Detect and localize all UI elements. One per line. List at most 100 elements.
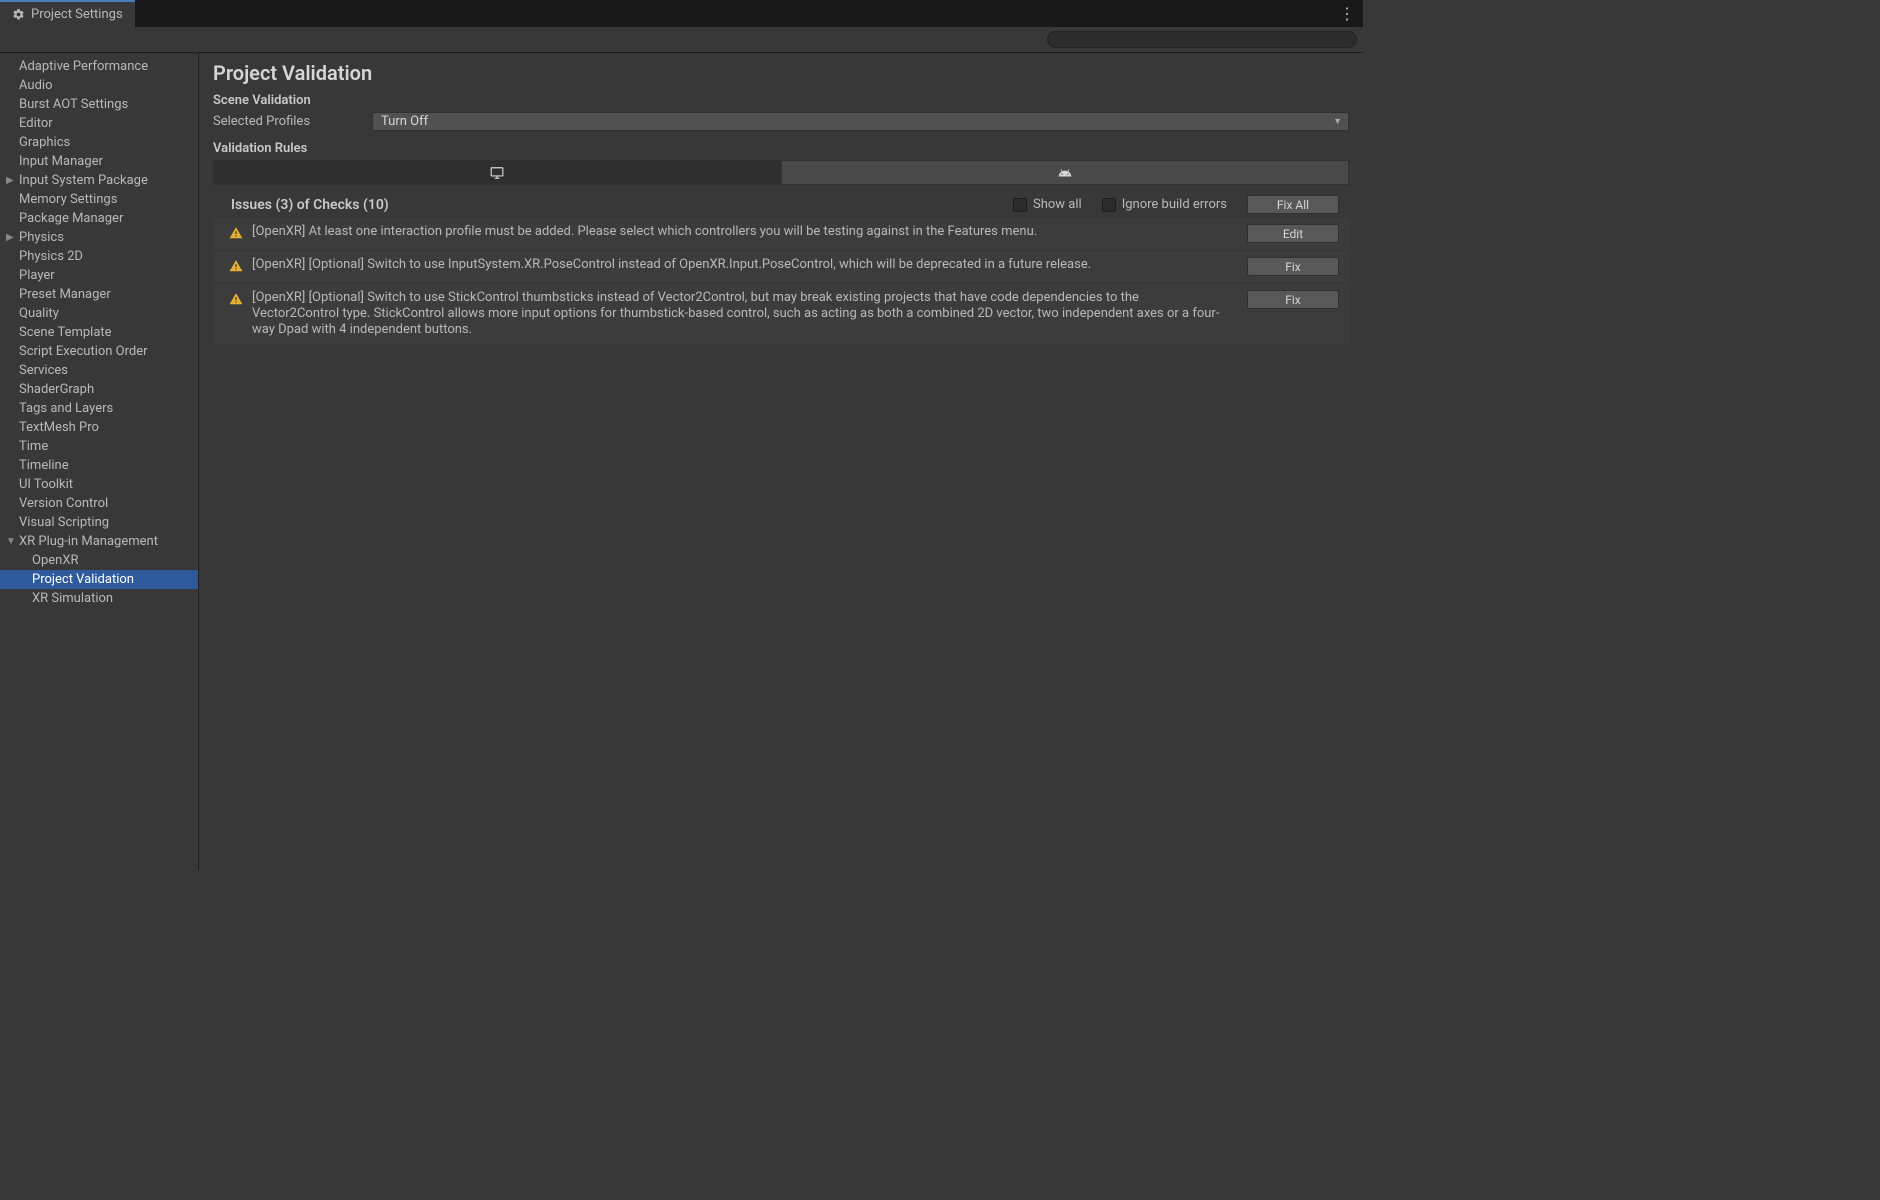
sidebar-item-burst-aot-settings[interactable]: Burst AOT Settings: [0, 95, 198, 114]
tab-project-settings[interactable]: Project Settings: [0, 0, 135, 27]
fix-button[interactable]: Fix: [1247, 257, 1339, 276]
issue-text: [OpenXR] [Optional] Switch to use StickC…: [252, 290, 1239, 338]
sidebar-item-label: Input System Package: [19, 172, 148, 189]
android-icon: [1058, 166, 1072, 180]
sidebar-item-label: Tags and Layers: [19, 400, 113, 417]
sidebar-item-xr-plug-in-management[interactable]: ▼XR Plug-in Management: [0, 532, 198, 551]
sidebar-item-label: Script Execution Order: [19, 343, 148, 360]
sidebar-item-quality[interactable]: Quality: [0, 304, 198, 323]
gear-icon: [12, 8, 25, 21]
sidebar-item-package-manager[interactable]: Package Manager: [0, 209, 198, 228]
issues-title: Issues (3) of Checks (10): [231, 197, 993, 213]
warning-icon: [229, 290, 244, 338]
sidebar-item-editor[interactable]: Editor: [0, 114, 198, 133]
sidebar-item-label: UI Toolkit: [19, 476, 73, 493]
sidebar-item-label: Adaptive Performance: [19, 58, 148, 75]
page-title: Project Validation: [213, 61, 1349, 85]
settings-category-sidebar: Adaptive Performance Audio Burst AOT Setti…: [0, 53, 199, 870]
sidebar-item-label: XR Simulation: [32, 590, 113, 607]
issue-text: [OpenXR] [Optional] Switch to use InputS…: [252, 257, 1239, 276]
sidebar-item-physics[interactable]: ▶ Physics: [0, 228, 198, 247]
sidebar-item-label: ShaderGraph: [19, 381, 94, 398]
sidebar-item-label: TextMesh Pro: [19, 419, 99, 436]
sidebar-item-ui-toolkit[interactable]: UI Toolkit: [0, 475, 198, 494]
sidebar-item-input-system-package[interactable]: ▶ Input System Package: [0, 171, 198, 190]
sidebar-item-preset-manager[interactable]: Preset Manager: [0, 285, 198, 304]
validation-issue: [OpenXR] [Optional] Switch to use InputS…: [213, 251, 1349, 282]
tab-context-menu[interactable]: ⋮: [1331, 4, 1363, 23]
warning-icon: [229, 224, 244, 243]
window-tab-bar: Project Settings ⋮: [0, 0, 1363, 27]
search-input[interactable]: [1047, 31, 1357, 48]
sidebar-item-label: Physics: [19, 229, 64, 246]
sidebar-item-label: Version Control: [19, 495, 108, 512]
chevron-down-icon: ▼: [1333, 116, 1342, 127]
sidebar-item-label: Physics 2D: [19, 248, 83, 265]
validation-rules-heading: Validation Rules: [213, 141, 1349, 156]
sidebar-item-input-manager[interactable]: Input Manager: [0, 152, 198, 171]
sidebar-item-label: Audio: [19, 77, 52, 94]
sidebar-item-audio[interactable]: Audio: [0, 76, 198, 95]
sidebar-item-tags-and-layers[interactable]: Tags and Layers: [0, 399, 198, 418]
sidebar-item-label: Burst AOT Settings: [19, 96, 128, 113]
validation-issue: [OpenXR] At least one interaction profil…: [213, 218, 1349, 249]
sidebar-item-label: Services: [19, 362, 68, 379]
validation-issue: [OpenXR] [Optional] Switch to use StickC…: [213, 284, 1349, 344]
checkbox-icon: [1102, 198, 1116, 212]
sidebar-item-label: XR Plug-in Management: [19, 533, 158, 550]
sidebar-item-label: Visual Scripting: [19, 514, 109, 531]
sidebar-item-label: Memory Settings: [19, 191, 117, 208]
sidebar-item-xr-simulation[interactable]: XR Simulation: [0, 589, 198, 608]
sidebar-item-label: Timeline: [19, 457, 69, 474]
sidebar-item-label: Editor: [19, 115, 53, 132]
foldout-collapsed-icon: ▶: [6, 172, 14, 189]
sidebar-item-label: Project Validation: [32, 571, 134, 588]
sidebar-item-player[interactable]: Player: [0, 266, 198, 285]
ignore-build-errors-label: Ignore build errors: [1122, 197, 1227, 212]
sidebar-item-openxr[interactable]: OpenXR: [0, 551, 198, 570]
foldout-expanded-icon: ▼: [6, 533, 16, 550]
issue-text: [OpenXR] At least one interaction profil…: [252, 224, 1239, 243]
sidebar-item-visual-scripting[interactable]: Visual Scripting: [0, 513, 198, 532]
sidebar-item-time[interactable]: Time: [0, 437, 198, 456]
scene-validation-heading: Scene Validation: [213, 93, 1349, 108]
fix-all-button[interactable]: Fix All: [1247, 195, 1339, 214]
foldout-collapsed-icon: ▶: [6, 229, 14, 246]
sidebar-item-scene-template[interactable]: Scene Template: [0, 323, 198, 342]
sidebar-item-shadergraph[interactable]: ShaderGraph: [0, 380, 198, 399]
sidebar-item-label: Player: [19, 267, 55, 284]
sidebar-item-project-validation[interactable]: Project Validation: [0, 570, 198, 589]
sidebar-item-script-execution-order[interactable]: Script Execution Order: [0, 342, 198, 361]
sidebar-item-timeline[interactable]: Timeline: [0, 456, 198, 475]
sidebar-item-textmesh-pro[interactable]: TextMesh Pro: [0, 418, 198, 437]
sidebar-item-label: Preset Manager: [19, 286, 111, 303]
settings-detail-pane: Project Validation Scene Validation Sele…: [199, 53, 1363, 870]
edit-button[interactable]: Edit: [1247, 224, 1339, 243]
sidebar-item-label: Input Manager: [19, 153, 103, 170]
sidebar-item-label: OpenXR: [32, 552, 78, 569]
sidebar-item-label: Graphics: [19, 134, 70, 151]
monitor-icon: [489, 166, 505, 180]
checkbox-icon: [1013, 198, 1027, 212]
platform-tabs: [213, 160, 1349, 185]
sidebar-item-graphics[interactable]: Graphics: [0, 133, 198, 152]
warning-icon: [229, 257, 244, 276]
show-all-checkbox[interactable]: Show all: [1013, 197, 1082, 212]
sidebar-item-physics-2d[interactable]: Physics 2D: [0, 247, 198, 266]
fix-button[interactable]: Fix: [1247, 290, 1339, 309]
sidebar-item-label: Time: [19, 438, 48, 455]
sidebar-item-label: Package Manager: [19, 210, 123, 227]
show-all-label: Show all: [1033, 197, 1082, 212]
sidebar-item-memory-settings[interactable]: Memory Settings: [0, 190, 198, 209]
platform-tab-standalone[interactable]: [213, 160, 782, 185]
selected-profiles-label: Selected Profiles: [213, 114, 372, 129]
issues-header: Issues (3) of Checks (10) Show all Ignor…: [213, 191, 1349, 218]
dropdown-value: Turn Off: [381, 114, 428, 129]
platform-tab-android[interactable]: [782, 160, 1350, 185]
sidebar-item-version-control[interactable]: Version Control: [0, 494, 198, 513]
sidebar-item-adaptive-performance[interactable]: Adaptive Performance: [0, 57, 198, 76]
sidebar-item-services[interactable]: Services: [0, 361, 198, 380]
sidebar-item-label: Quality: [19, 305, 59, 322]
selected-profiles-dropdown[interactable]: Turn Off ▼: [372, 112, 1349, 131]
ignore-build-errors-checkbox[interactable]: Ignore build errors: [1102, 197, 1227, 212]
